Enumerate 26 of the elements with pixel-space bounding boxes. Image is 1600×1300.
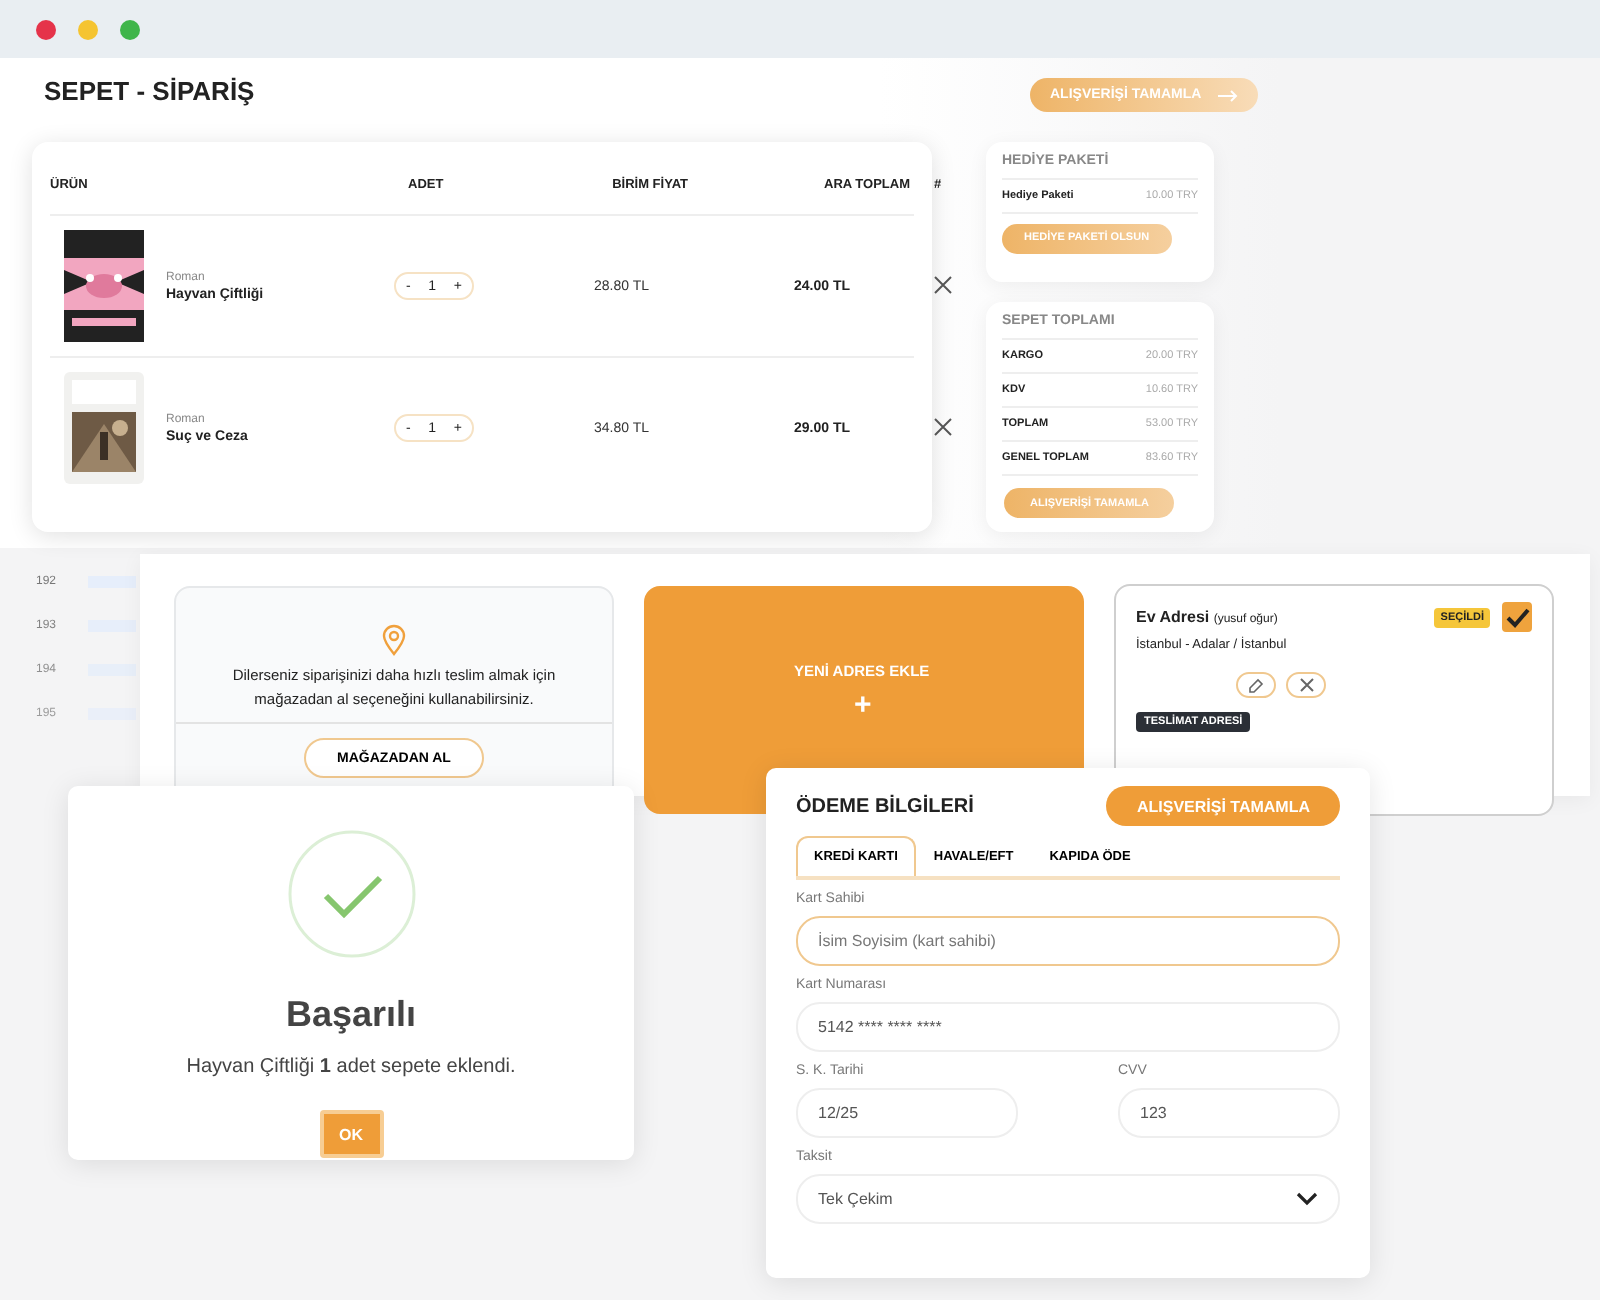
checkmark-icon	[287, 830, 415, 958]
window-controls-icon[interactable]	[34, 17, 142, 41]
checkbox[interactable]	[1502, 602, 1532, 632]
list-bar	[88, 708, 137, 720]
page-title: SEPET - SİPARİŞ	[44, 76, 255, 106]
list-bar	[88, 664, 137, 676]
edit-button[interactable]	[1236, 672, 1276, 698]
list-bar	[88, 620, 137, 632]
arrow-right-icon	[1217, 89, 1238, 101]
input-field[interactable]: İsim Soyisim (kart sahibi)	[796, 916, 1340, 966]
list-bar	[88, 576, 137, 588]
delete-button[interactable]	[1286, 672, 1326, 698]
chevron-down-icon	[1296, 1192, 1318, 1206]
card-title: ÖDEME BİLGİLERİ	[796, 795, 974, 817]
location-pin-icon	[382, 624, 406, 656]
close-icon	[1299, 678, 1313, 692]
dialog-message: Hayvan Çiftliği 1 adet sepete eklendi.	[186, 1056, 516, 1078]
dialog-title: Başarılı	[285, 994, 417, 1036]
close-icon[interactable]	[934, 418, 952, 436]
checkmark-icon	[1505, 607, 1529, 627]
input-field[interactable]: 5142 **** **** ****	[796, 1002, 1340, 1052]
input-field[interactable]: 123	[1118, 1088, 1340, 1138]
installment-dropdown[interactable]: Tek Çekim	[796, 1174, 1340, 1224]
edit-icon	[1248, 677, 1264, 693]
close-icon[interactable]	[934, 276, 952, 294]
input-field[interactable]: 12/25	[796, 1088, 1018, 1138]
